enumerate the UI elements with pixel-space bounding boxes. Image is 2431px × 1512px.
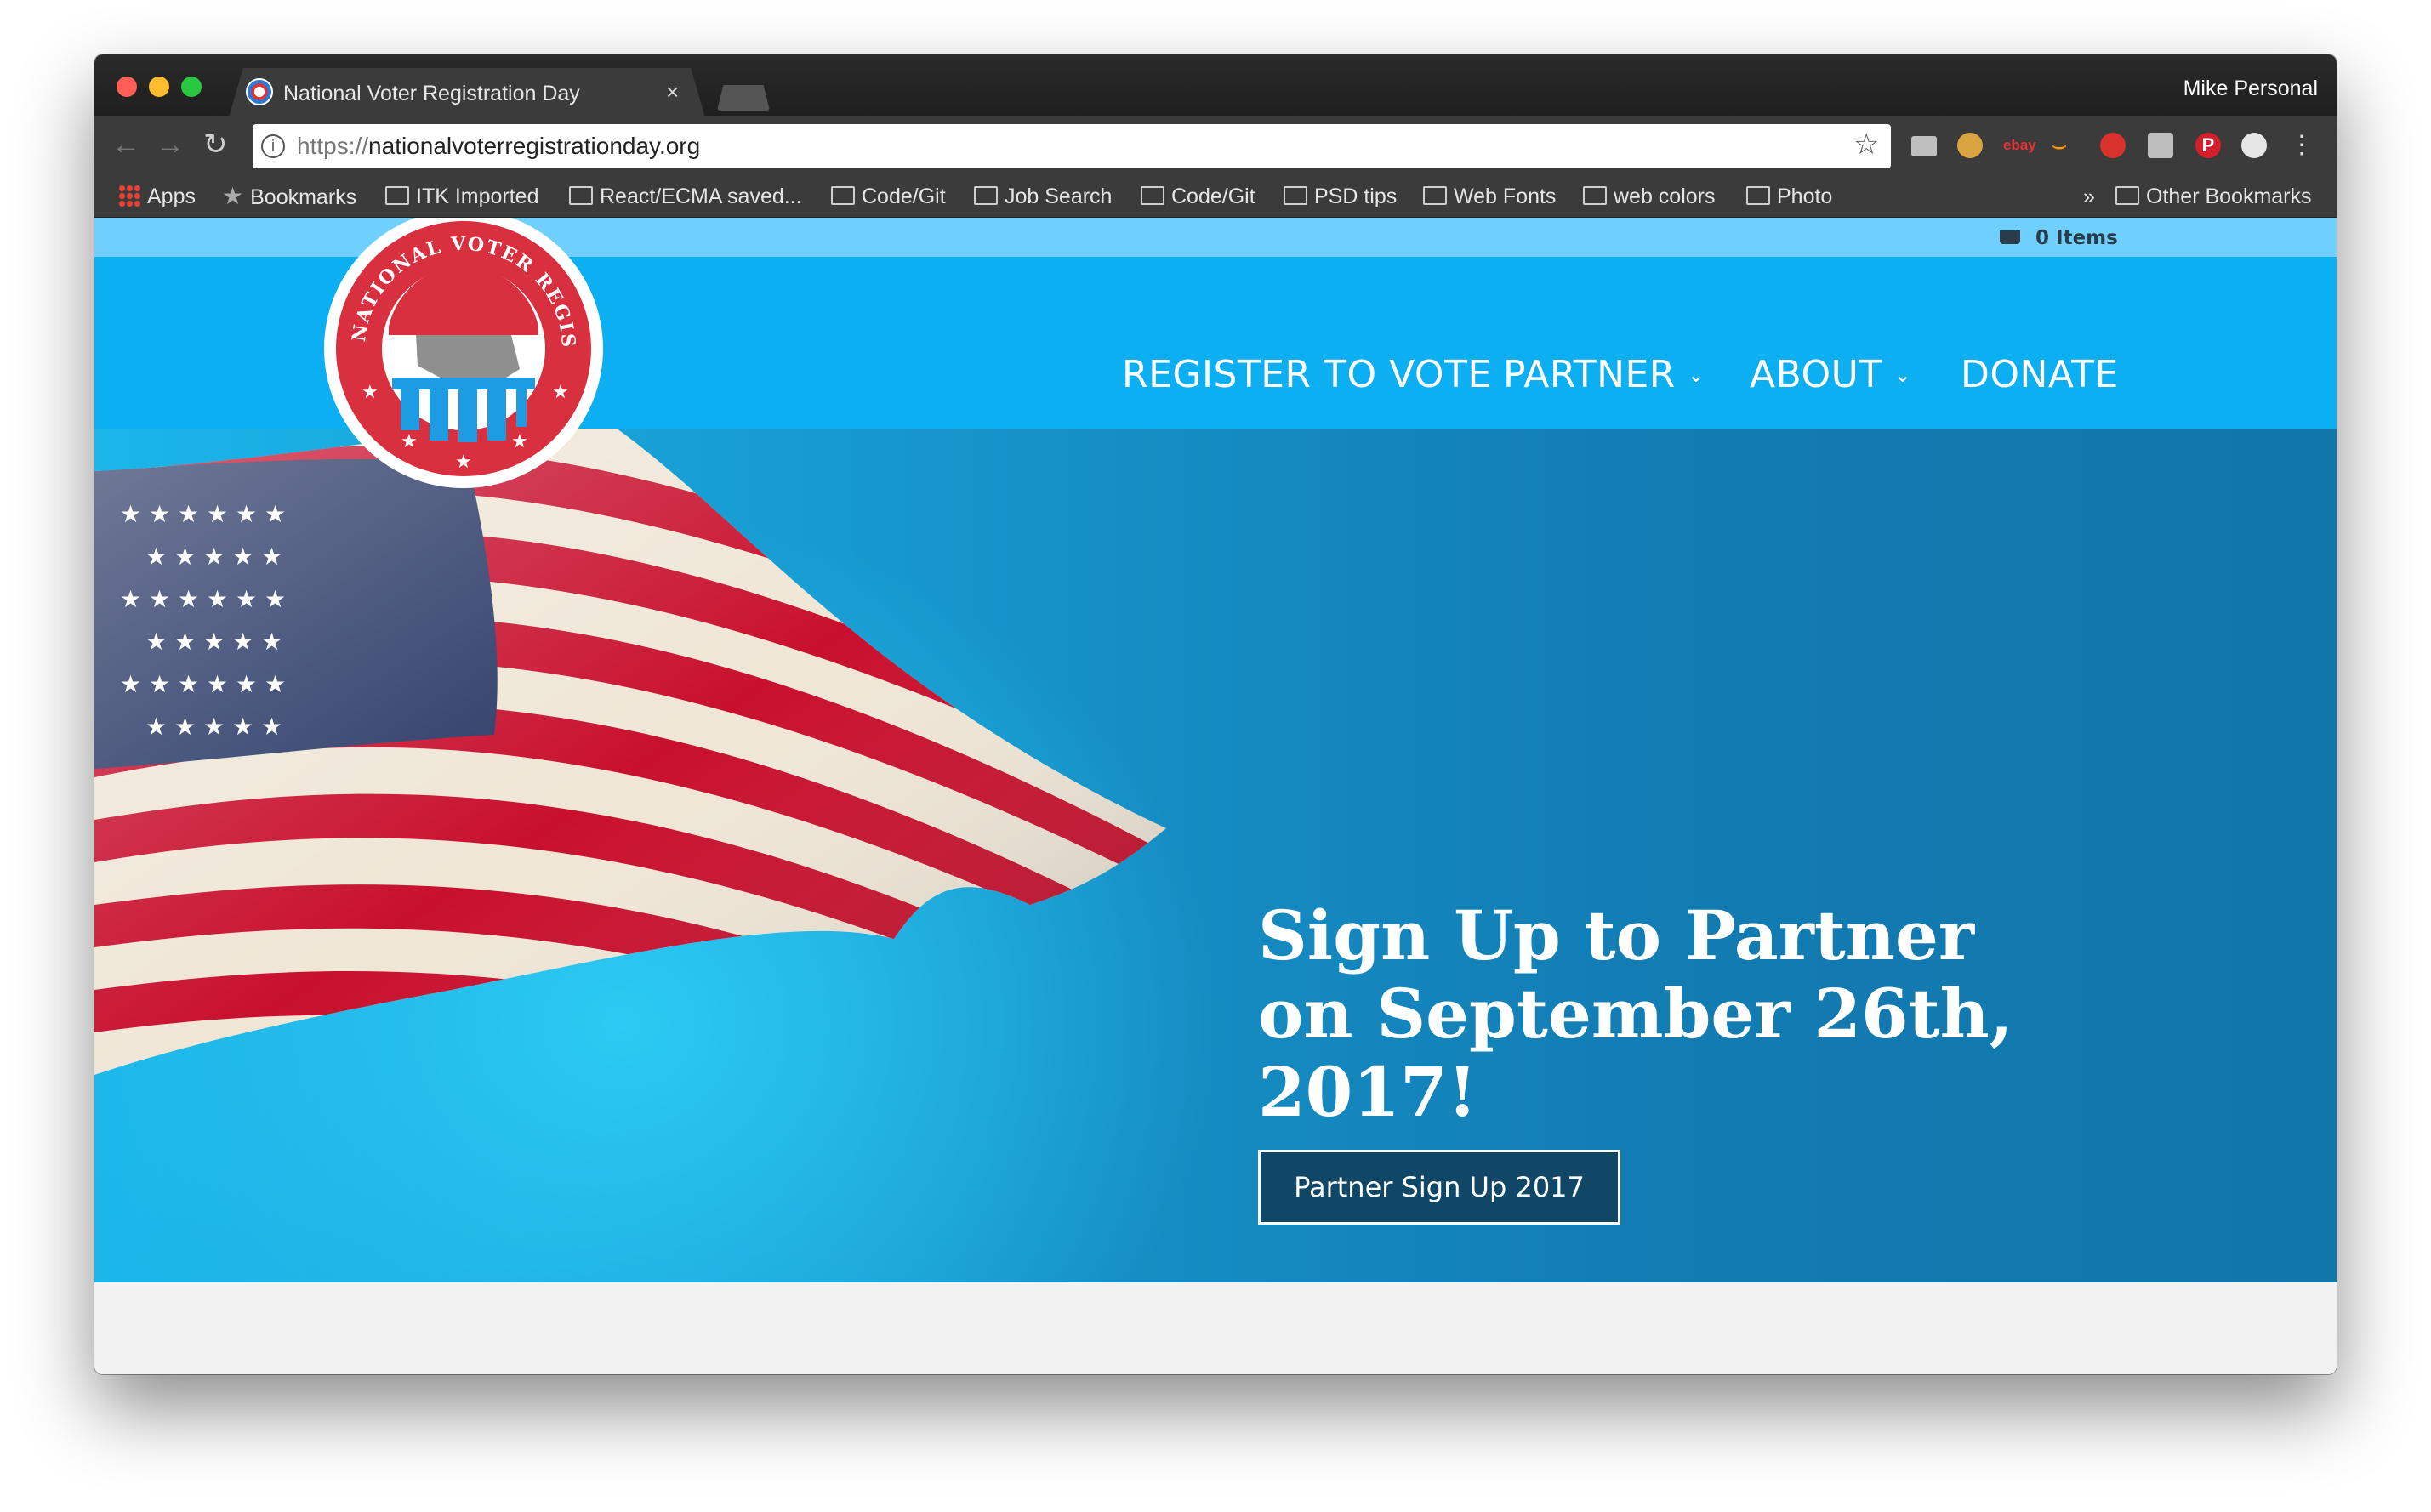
minimize-window-icon[interactable] — [149, 77, 169, 97]
svg-text:★: ★ — [401, 431, 418, 452]
folder-icon — [1583, 186, 1607, 206]
folder-icon — [2115, 186, 2139, 206]
bookmark-folder[interactable]: PSD tips — [1284, 182, 1397, 211]
bookmark-folder[interactable]: Web Fonts — [1423, 182, 1556, 211]
svg-text:★: ★ — [362, 382, 379, 403]
bookmark-folder[interactable]: Job Search — [974, 182, 1112, 211]
bookmark-label: React/ECMA saved... — [600, 185, 802, 208]
browser-menu-icon[interactable]: ⋮ — [2289, 133, 2314, 158]
pinterest-extension-icon[interactable]: P — [2195, 133, 2221, 158]
nav-label: PARTNER — [1503, 353, 1676, 396]
bookmark-folder[interactable]: ITK Imported — [385, 182, 539, 211]
evernote-extension-icon[interactable] — [2241, 133, 2267, 158]
nav-label: DONATE — [1961, 353, 2119, 396]
american-flag-image: ★ ★ ★ ★ ★ ★ ★ ★ ★ ★ ★ ★ ★ ★ ★ ★ ★ ★ ★ ★ … — [94, 429, 1200, 1109]
profile-name[interactable]: Mike Personal — [2183, 73, 2318, 104]
bookmark-star-icon[interactable]: ☆ — [1853, 129, 1879, 160]
bookmark-folder[interactable]: React/ECMA saved... — [569, 182, 802, 211]
hero-headline: Sign Up to Partner on September 26th, 20… — [1258, 896, 2092, 1131]
amazon-extension-icon[interactable]: ⌣ — [2051, 133, 2076, 158]
bookmark-label: Apps — [147, 185, 196, 208]
reload-icon[interactable]: ↻ — [203, 129, 228, 160]
site-logo[interactable]: NATIONAL VOTER REGISTRATION DAY ★ ★ ★ ★ … — [313, 218, 605, 490]
bookmark-label: Bookmarks — [250, 185, 357, 209]
headline-line: 2017! — [1258, 1052, 1477, 1132]
maximize-window-icon[interactable] — [181, 77, 202, 97]
bookmark-folder[interactable]: Code/Git — [831, 182, 946, 211]
nav-register-to-vote[interactable]: REGISTER TO VOTE — [1122, 350, 1492, 400]
chevron-down-icon: ⌄ — [1687, 363, 1705, 387]
forward-arrow-icon[interactable]: → — [156, 129, 185, 160]
folder-icon — [831, 186, 855, 206]
bookmark-label: Other Bookmarks — [2146, 185, 2312, 208]
bookmarks-overflow-icon[interactable]: » — [2083, 182, 2095, 211]
bookmark-label: web colors — [1614, 185, 1716, 208]
bookmark-label: Photo — [1777, 185, 1833, 208]
bookmark-apps[interactable]: Apps — [118, 182, 196, 211]
cast-extension-icon[interactable] — [1911, 136, 1937, 156]
nav-label: ABOUT — [1750, 353, 1882, 396]
url-text[interactable]: https://nationalvoterregistrationday.org — [297, 131, 700, 162]
back-arrow-icon[interactable]: ← — [111, 129, 140, 160]
folder-icon — [1746, 186, 1770, 206]
bookmark-label: Job Search — [1005, 185, 1113, 208]
nav-donate[interactable]: DONATE — [1961, 350, 2119, 400]
headline-line: Sign Up to Partner — [1258, 895, 1974, 975]
cart-icon — [2000, 230, 2020, 244]
bookmark-label: ITK Imported — [416, 185, 539, 208]
bookmark-label: Web Fonts — [1454, 185, 1557, 208]
bookmark-folder[interactable]: Photo — [1746, 182, 1832, 211]
cart-label: 0 Items — [2035, 227, 2118, 249]
folder-icon — [974, 186, 998, 206]
bookmark-folder[interactable]: Code/Git — [1141, 182, 1255, 211]
site-info-icon[interactable]: i — [261, 134, 285, 158]
tab-favicon-icon — [246, 78, 273, 105]
folder-icon — [1423, 186, 1447, 206]
bookmark-folder[interactable]: web colors — [1583, 182, 1716, 211]
svg-text:★: ★ — [552, 382, 569, 403]
url-scheme: https:// — [297, 133, 369, 159]
bookmark-label: PSD tips — [1314, 185, 1398, 208]
cookie-extension-icon[interactable] — [1957, 133, 1983, 158]
bookmark-bookmarks[interactable]: ★ Bookmarks — [222, 182, 356, 211]
nav-about[interactable]: ABOUT ⌄ — [1750, 350, 1911, 400]
folder-icon — [569, 186, 593, 206]
partner-sign-up-button[interactable]: Partner Sign Up 2017 — [1258, 1150, 1620, 1225]
browser-window: National Voter Registration Day × Mike P… — [94, 54, 2337, 1374]
web-page: 0 Items REGISTER TO VOTE PARTNER ⌄ ABOUT ⌄… — [94, 218, 2337, 1374]
bookmark-other-bookmarks[interactable]: Other Bookmarks — [2115, 182, 2312, 211]
url-host: nationalvoterregistrationday.org — [368, 133, 701, 159]
folder-icon — [1141, 186, 1164, 206]
headline-line: on September 26th, — [1258, 974, 2013, 1054]
bookmark-label: Code/Git — [862, 185, 946, 208]
chevron-down-icon: ⌄ — [1893, 363, 1912, 387]
flag-svg: ★ ★ ★ ★ ★ ★ ★ ★ ★ ★ ★ ★ ★ ★ ★ ★ ★ ★ ★ ★ … — [94, 429, 1166, 1075]
close-window-icon[interactable] — [117, 77, 137, 97]
svg-text:★: ★ — [511, 431, 528, 452]
ebay-extension-icon[interactable]: ebay — [2003, 133, 2036, 158]
svg-text:★: ★ — [455, 452, 472, 473]
apps-grid-icon — [118, 185, 140, 207]
below-hero-section — [94, 1282, 2337, 1374]
bookmark-label: Code/Git — [1171, 185, 1255, 208]
new-tab-button[interactable] — [717, 85, 770, 111]
star-icon: ★ — [222, 183, 244, 209]
print-extension-icon[interactable] — [2148, 133, 2173, 158]
cart-link[interactable]: 0 Items — [2000, 225, 2118, 252]
nav-label: REGISTER TO VOTE — [1122, 353, 1492, 396]
folder-icon — [1284, 186, 1307, 206]
logo-seal: NATIONAL VOTER REGISTRATION DAY ★ ★ ★ ★ … — [313, 218, 603, 488]
folder-icon — [385, 186, 409, 206]
tab-close-icon[interactable]: × — [666, 77, 679, 107]
adblock-extension-icon[interactable] — [2100, 133, 2126, 158]
tab-title[interactable]: National Voter Registration Day — [283, 78, 658, 109]
nav-partner[interactable]: PARTNER ⌄ — [1503, 350, 1705, 400]
